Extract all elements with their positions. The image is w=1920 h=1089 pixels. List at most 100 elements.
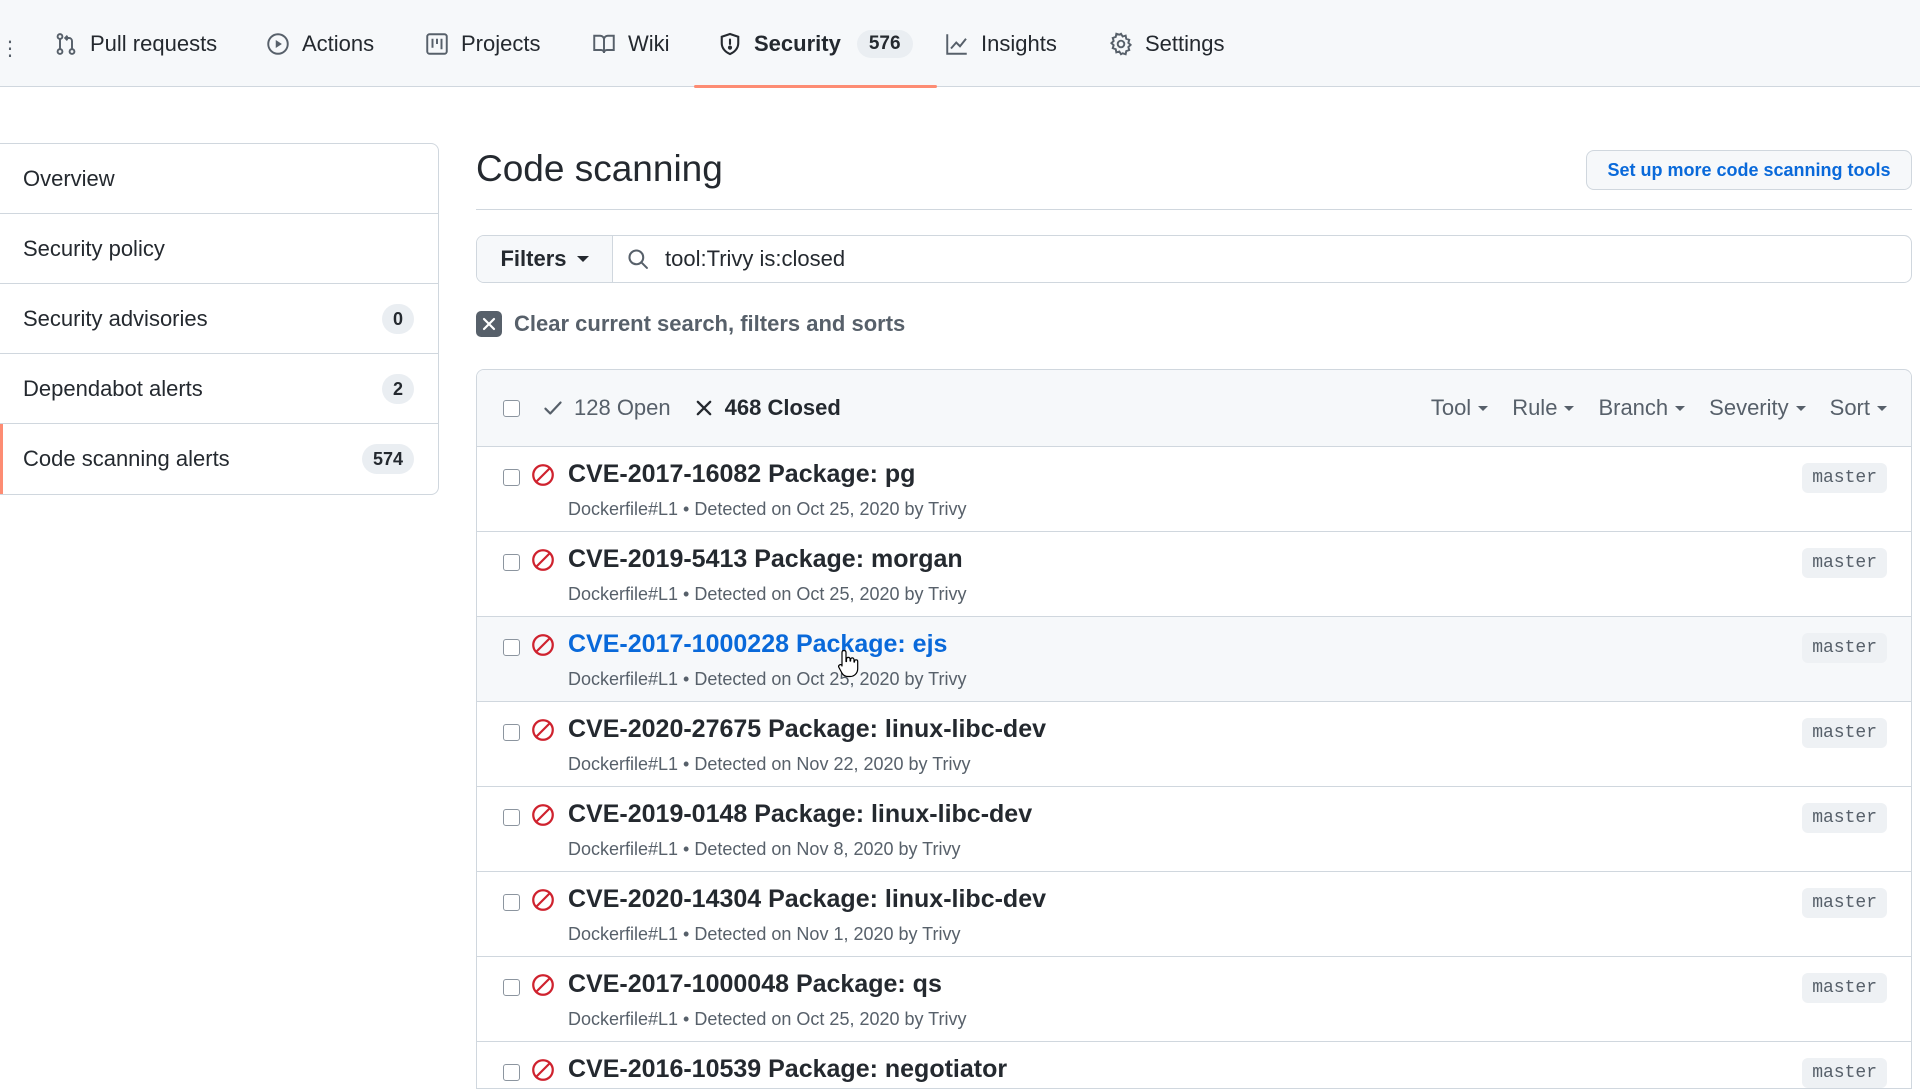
tab-projects[interactable]: Projects [425,0,540,87]
tab-label: Settings [1145,30,1225,56]
skip-icon [532,634,554,656]
skip-icon [532,804,554,826]
tool-filter-dropdown[interactable]: Tool [1430,395,1489,421]
sidebar-item-security-advisories[interactable]: Security advisories 0 [0,284,438,354]
alert-meta: Dockerfile#L1 • Detected on Oct 25, 2020… [568,499,967,519]
book-icon [593,34,615,53]
sidebar-item-label: Security policy [23,235,165,261]
tab-label: Insights [981,30,1057,56]
alert-meta: Dockerfile#L1 • Detected on Nov 1, 2020 … [568,924,961,944]
filter-label: Tool [1430,395,1472,420]
alert-row: CVE-2020-27675 Package: linux-libc-dev D… [477,702,1911,787]
branch-label: master [1802,1058,1887,1088]
clear-filters-link[interactable]: Clear current search, filters and sorts [476,311,905,337]
row-checkbox[interactable] [503,979,520,996]
alert-title-link[interactable]: CVE-2019-5413 Package: morgan [568,545,963,574]
alert-title-link[interactable]: CVE-2017-16082 Package: pg [568,460,915,489]
skip-icon [532,549,554,571]
severity-filter-dropdown[interactable]: Severity [1709,395,1806,421]
tab-pull-requests[interactable]: Pull requests [54,0,217,87]
gear-icon [1109,31,1133,56]
row-checkbox[interactable] [503,809,520,826]
row-checkbox[interactable] [503,554,520,571]
alert-row: CVE-2016-10539 Package: negotiator maste… [477,1042,1911,1088]
sidebar-item-label: Security advisories [23,305,208,331]
sidebar-item-label: Dependabot alerts [23,375,203,401]
branch-label: master [1802,973,1887,1003]
x-icon [696,400,711,416]
tab-security[interactable]: Security 576 [694,0,937,88]
alerts-list-header: 128 Open 468 Closed Tool Rule Branch Sev… [477,370,1911,447]
tab-label: Projects [461,30,541,56]
alert-row: CVE-2017-1000228 Package: ejs Dockerfile… [477,617,1911,702]
alert-row: CVE-2020-14304 Package: linux-libc-dev D… [477,872,1911,957]
tab-actions[interactable]: Actions [266,0,374,87]
filters-dropdown-button[interactable]: Filters [477,236,613,282]
tab-settings[interactable]: Settings [1109,0,1225,87]
tab-label: Pull requests [90,30,218,56]
skip-icon [532,464,554,486]
count-badge: 0 [381,303,414,334]
alert-row: CVE-2019-0148 Package: linux-libc-dev Do… [477,787,1911,872]
sort-dropdown[interactable]: Sort [1830,395,1887,421]
open-count-label: 128 Open [574,395,671,420]
alert-title-link[interactable]: CVE-2019-0148 Package: linux-libc-dev [568,800,1032,829]
filter-label: Branch [1598,395,1669,420]
title-divider [476,209,1912,210]
closed-alerts-toggle[interactable]: 468 Closed [693,395,841,421]
tab-label: Wiki [628,30,670,56]
list-filter-menus: Tool Rule Branch Severity Sort [1431,395,1887,421]
alert-title-link[interactable]: CVE-2020-27675 Package: linux-libc-dev [568,715,1046,744]
row-checkbox[interactable] [503,894,520,911]
check-icon [544,401,562,415]
branch-label: master [1802,803,1887,833]
filter-label: Severity [1709,395,1789,420]
security-sidebar: Overview Security policy Security adviso… [0,143,439,495]
repo-nav: ⋮ Pull requests Actions Projects Wiki Se… [0,0,1920,88]
caret-down-icon [1564,405,1575,411]
filters-label: Filters [500,246,567,271]
caret-down-icon [1675,405,1686,411]
alert-title-link[interactable]: CVE-2017-1000228 Package: ejs [568,630,947,659]
filter-label: Sort [1829,395,1870,420]
alert-title-link[interactable]: CVE-2017-1000048 Package: qs [568,970,942,999]
row-checkbox[interactable] [503,724,520,741]
branch-filter-dropdown[interactable]: Branch [1598,395,1686,421]
caret-down-icon [1478,405,1489,411]
alert-title-link[interactable]: CVE-2020-14304 Package: linux-libc-dev [568,885,1046,914]
tab-label: Actions [302,30,375,56]
caret-down-icon [576,256,589,262]
count-badge: 2 [381,373,414,404]
count-badge: 574 [361,444,414,474]
sidebar-item-code-scanning-alerts[interactable]: Code scanning alerts 574 [0,424,438,494]
page-title: Code scanning [476,148,723,189]
sidebar-item-dependabot-alerts[interactable]: Dependabot alerts 2 [0,354,438,424]
sidebar-item-overview[interactable]: Overview [0,144,438,214]
filter-label: Rule [1512,395,1558,420]
search-input[interactable] [663,245,1867,273]
alert-meta: Dockerfile#L1 • Detected on Oct 25, 2020… [568,584,967,604]
sidebar-item-security-policy[interactable]: Security policy [0,214,438,284]
caret-down-icon [1877,405,1887,411]
tab-wiki[interactable]: Wiki [592,0,670,87]
alert-meta: Dockerfile#L1 • Detected on Nov 22, 2020… [568,754,971,774]
shield-icon [720,32,740,55]
tab-insights[interactable]: Insights [945,0,1057,87]
alert-meta: Dockerfile#L1 • Detected on Oct 25, 2020… [568,1009,967,1029]
row-checkbox[interactable] [503,1064,520,1081]
sidebar-item-label: Overview [23,165,115,191]
skip-icon [532,719,554,741]
alert-row: CVE-2019-5413 Package: morgan Dockerfile… [477,532,1911,617]
setup-code-scanning-button[interactable]: Set up more code scanning tools [1586,150,1912,190]
open-alerts-toggle[interactable]: 128 Open [542,395,671,421]
nav-edge-fragment: ⋮ [0,38,20,60]
search-icon [628,249,648,269]
branch-label: master [1802,888,1887,918]
git-pull-request-icon [56,32,76,55]
rule-filter-dropdown[interactable]: Rule [1512,395,1575,421]
branch-label: master [1802,633,1887,663]
row-checkbox[interactable] [503,469,520,486]
select-all-checkbox[interactable] [503,399,520,417]
row-checkbox[interactable] [503,639,520,656]
caret-down-icon [1795,405,1806,411]
